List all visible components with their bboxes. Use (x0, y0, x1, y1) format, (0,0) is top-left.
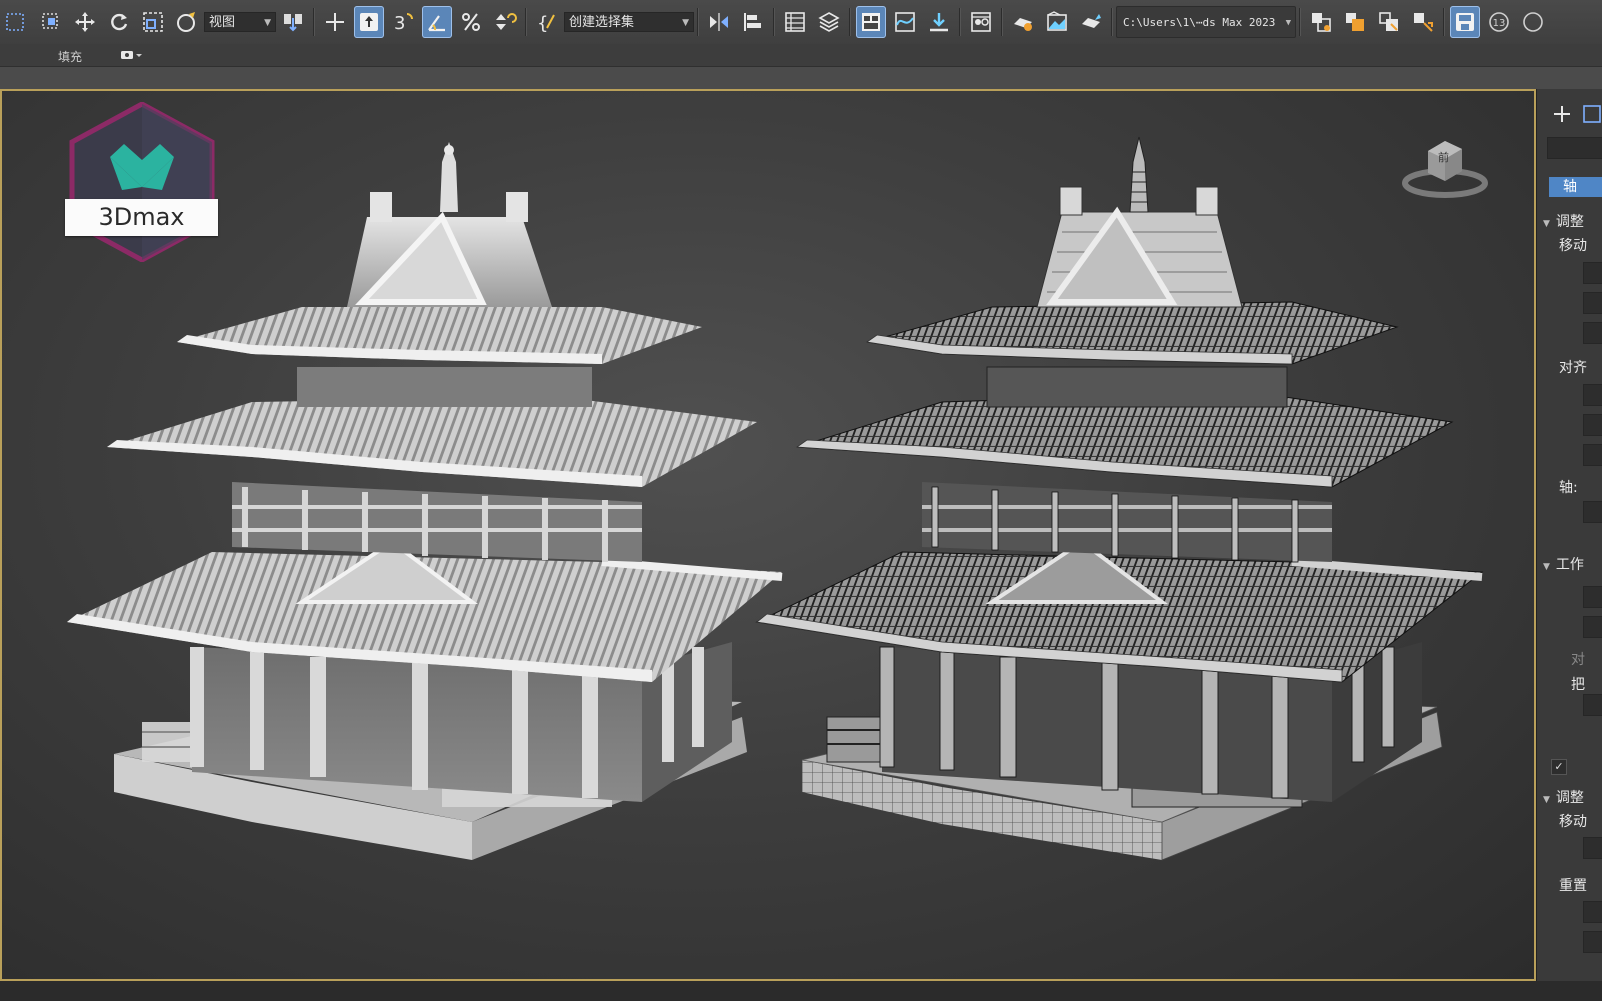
panel-top-field[interactable] (1547, 137, 1602, 159)
select-scale-icon[interactable] (138, 6, 168, 38)
create-project-icon[interactable] (1306, 6, 1336, 38)
align-label: 对齐 (1559, 360, 1587, 376)
ribbon-options-icon[interactable] (119, 49, 143, 61)
named-selection-dropdown[interactable]: 创建选择集 ▼ (564, 12, 694, 32)
viewcube-face-label[interactable]: 前 (1438, 149, 1449, 165)
select-rotate-icon[interactable] (104, 6, 134, 38)
keyboard-shortcut-override-icon[interactable] (354, 6, 384, 38)
reference-coordinate-dropdown[interactable]: 视图 ▼ (204, 12, 276, 32)
affect-object-field[interactable] (1583, 292, 1602, 314)
window-crossing-icon[interactable] (36, 6, 66, 38)
3dmax-logo-icon (69, 102, 215, 262)
select-move-icon[interactable] (70, 6, 100, 38)
rollout-adjust-transform[interactable]: ▼ 调整 (1543, 787, 1584, 807)
schematic-view-icon[interactable] (924, 6, 954, 38)
command-panel: 轴 ▼ 调整 移动 对齐 轴: ▼ 工作 对 把 ✓ ▼ 调整 移动 重置 (1536, 89, 1602, 981)
align-to-object-field[interactable] (1583, 414, 1602, 436)
main-toolbar: 视图 ▼ 3 { 创建选择集 ▼ C:\Users\1\⋯ds Max 2023… (0, 0, 1602, 45)
move-transform-label: 移动 (1559, 814, 1587, 830)
project-folder-field[interactable]: C:\Users\1\⋯ds Max 2023 ▼ (1116, 6, 1296, 38)
axis-field[interactable] (1583, 501, 1602, 523)
view-checkbox[interactable]: ✓ (1551, 759, 1567, 775)
place-pivot-label: 把 (1571, 677, 1585, 693)
place-pivot-field[interactable] (1583, 694, 1602, 716)
align-object-label: 对 (1571, 652, 1585, 668)
snaps-toggle-icon[interactable]: 3 (388, 6, 418, 38)
percent-snap-icon[interactable] (456, 6, 486, 38)
spinner-snap-icon[interactable] (490, 6, 520, 38)
affect-pivot-only-button[interactable]: 轴 (1549, 177, 1602, 197)
affect-hierarchy-field[interactable] (1583, 322, 1602, 344)
svg-text:13: 13 (1493, 18, 1506, 29)
save-icon[interactable] (1450, 6, 1480, 38)
affect-pivot-only-field[interactable] (1583, 837, 1602, 859)
select-place-icon[interactable] (172, 6, 202, 38)
reset-scale-field[interactable] (1583, 931, 1602, 953)
pavilion-render-scene (67, 136, 1484, 861)
toggle-ribbon-icon[interactable] (856, 6, 886, 38)
logo-label: 3Dmax (65, 199, 218, 236)
center-to-object-field[interactable] (1583, 384, 1602, 406)
select-region-icon[interactable] (2, 6, 32, 38)
perspective-viewport[interactable]: 前 (0, 89, 1536, 981)
open-project-icon[interactable] (1340, 6, 1370, 38)
rollout-working-pivot[interactable]: ▼ 工作 (1543, 554, 1584, 574)
material-editor-icon[interactable] (966, 6, 996, 38)
affect-pivot-field[interactable] (1583, 262, 1602, 284)
create-tab-icon[interactable] (1551, 103, 1573, 129)
render-production-icon[interactable] (1076, 6, 1106, 38)
use-working-pivot-field[interactable] (1583, 616, 1602, 638)
reset-label: 重置 (1559, 878, 1587, 894)
project-settings-icon[interactable] (1374, 6, 1404, 38)
pivot-point-icon[interactable] (278, 6, 308, 38)
angle-snap-icon[interactable] (422, 6, 452, 38)
scene-explorer-icon[interactable] (780, 6, 810, 38)
modify-tab-icon[interactable] (1581, 103, 1602, 129)
axis-label: 轴: (1559, 480, 1578, 496)
curve-editor-icon[interactable] (890, 6, 920, 38)
move-pivot-label: 移动 (1559, 238, 1587, 254)
mirror-icon[interactable] (704, 6, 734, 38)
viewport-tab-band (0, 67, 1602, 89)
align-icon[interactable] (738, 6, 768, 38)
ribbon-bar: 填充 (0, 44, 1602, 67)
edit-working-pivot-field[interactable] (1583, 586, 1602, 608)
rendered-frame-window-icon[interactable] (1042, 6, 1072, 38)
pavilion-wireframe-model[interactable] (755, 136, 1484, 861)
align-to-world-field[interactable] (1583, 444, 1602, 466)
layer-explorer-icon[interactable] (814, 6, 844, 38)
help-icon[interactable] (1518, 6, 1548, 38)
project-folder-icon[interactable] (1408, 6, 1438, 38)
rollout-adjust-pivot[interactable]: ▼ 调整 (1543, 211, 1584, 231)
viewcube-icon[interactable] (1400, 131, 1490, 201)
render-setup-icon[interactable] (1008, 6, 1038, 38)
counter-badge[interactable]: 13 (1484, 6, 1514, 38)
edit-named-selection-icon[interactable]: { (532, 6, 562, 38)
reset-transform-field[interactable] (1583, 901, 1602, 923)
select-manipulate-icon[interactable] (320, 6, 350, 38)
svg-text:3: 3 (394, 13, 405, 34)
svg-text:{: { (537, 13, 548, 34)
ribbon-fill-label[interactable]: 填充 (58, 48, 82, 65)
